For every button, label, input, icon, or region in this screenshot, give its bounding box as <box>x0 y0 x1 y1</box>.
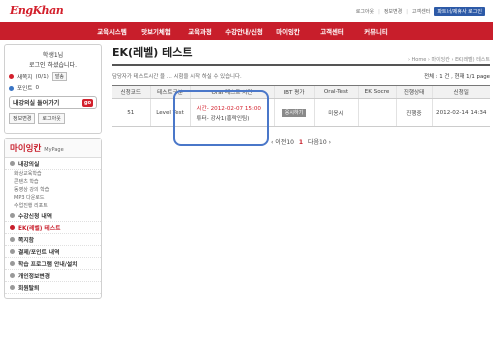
take-test-button[interactable]: 응시하기 <box>281 109 307 117</box>
cell-date: 2012-02-14 14:34 <box>431 98 490 127</box>
menu-label: 결제/포인트 내역 <box>18 250 60 256</box>
submenu-video-lecture[interactable]: 동영상 강의 학습 <box>5 186 101 194</box>
logout-button[interactable]: 로그아웃 <box>38 113 65 124</box>
cell-oral-test: 미응시 <box>313 98 358 127</box>
bullet-icon <box>10 261 15 266</box>
nav-courses[interactable]: 교육과정 <box>178 27 222 36</box>
oral-time-highlight <box>173 90 269 146</box>
menu-label: 학습 프로그램 안내/설치 <box>18 262 78 268</box>
bullet-icon <box>10 161 15 166</box>
prev-page-link[interactable]: ‹ 이전10 <box>271 139 294 146</box>
nav-customer-center[interactable]: 고객센터 <box>310 27 354 36</box>
separator: | <box>406 8 408 15</box>
user-greeting: 학생1님 <box>42 52 64 59</box>
table-row: 51 Level Test 시간- 2012-02-07 15:00 튜터- 강… <box>112 98 490 127</box>
top-bar: EngKhan 로그아웃 | 정보변경 | 고객센터 파트너/제휴사 로그인 <box>0 0 493 22</box>
col-ibt: IBT 평가 <box>273 85 314 99</box>
nav-enrollment[interactable]: 수강안내/신청 <box>222 27 266 36</box>
current-page[interactable]: 1 <box>299 139 303 146</box>
bullet-icon <box>10 213 15 218</box>
cell-ek-score <box>357 98 396 127</box>
partner-login-button[interactable]: 파트너/제휴사 로그인 <box>434 7 485 16</box>
info-row: 담당자가 테스트시간 을 ... 시험을 시작 하실 수 있습니다. 전체 : … <box>112 72 490 80</box>
main-content: EK(레벨) 테스트 › Home › 마이잉칸 › EK(레벨) 테스트 담당… <box>112 44 490 146</box>
nav-education-system[interactable]: 교육시스템 <box>90 27 134 36</box>
logout-link[interactable]: 로그아웃 <box>356 8 374 15</box>
menu-withdraw[interactable]: 회원탈퇴 <box>5 282 101 294</box>
mypage-title: 마이잉칸 MyPage <box>5 139 101 158</box>
bullet-icon <box>10 249 15 254</box>
bullet-icon <box>10 273 15 278</box>
point-row: 포인트 0 <box>9 84 97 92</box>
info-change-link[interactable]: 정보변경 <box>384 8 402 15</box>
menu-enrollment-history[interactable]: 수강신청 내역 <box>5 210 101 222</box>
col-oral-test: Oral-Test <box>313 85 358 99</box>
mypage-title-kr: 마이잉칸 <box>10 144 42 154</box>
table-header-row: 신청코드 테스트구분 Oral 테스트 시간 IBT 평가 Oral-Test … <box>112 85 490 99</box>
point-icon <box>9 85 14 91</box>
col-date: 신청일 <box>431 85 490 99</box>
info-change-button[interactable]: 정보변경 <box>9 113 36 124</box>
mypage-menu: 마이잉칸 MyPage 내강의실 화상교육학습 콘텐츠 학습 동영상 강의 학습… <box>4 138 102 299</box>
main-nav: 교육시스템 맛보기체험 교육과정 수강안내/신청 마이잉칸 고객센터 커뮤니티 <box>0 22 493 40</box>
menu-messages[interactable]: 쪽지함 <box>5 234 101 246</box>
nav-mypage[interactable]: 마이잉칸 <box>266 27 310 36</box>
next-page-link[interactable]: 다음10 › <box>308 139 331 146</box>
login-box: 학생1님 로그인 하셨습니다. 새쪽지 (0/1) 발송 포인트 0 내강의실 … <box>4 44 102 134</box>
login-status: 로그인 하셨습니다. <box>29 62 77 69</box>
menu-label: 개인정보변경 <box>18 274 50 280</box>
title-divider <box>112 64 490 66</box>
menu-ek-test[interactable]: EK(레벨) 테스트 <box>5 222 101 234</box>
breadcrumb: › Home › 마이잉칸 › EK(레벨) 테스트 <box>407 57 490 63</box>
point-value: 0 <box>35 85 40 91</box>
bullet-icon <box>10 285 15 290</box>
pagination: ‹ 이전10 1 다음10 › <box>112 137 490 146</box>
message-row: 새쪽지 (0/1) 발송 <box>9 72 97 81</box>
message-icon <box>9 74 14 79</box>
account-buttons: 정보변경 로그아웃 <box>9 113 97 124</box>
separator: | <box>378 8 380 15</box>
cell-code: 51 <box>112 98 150 127</box>
total-count: 전체 : 1 건 , 현재 1/1 page <box>424 74 490 80</box>
sidebar: 학생1님 로그인 하셨습니다. 새쪽지 (0/1) 발송 포인트 0 내강의실 … <box>4 44 102 299</box>
menu-label: 내강의실 <box>18 162 40 168</box>
logout-label: 로그아웃 <box>42 116 61 122</box>
point-label: 포인트 <box>17 86 33 92</box>
message-count: (0/1) <box>35 73 49 80</box>
notice-text: 담당자가 테스트시간 을 ... 시험을 시작 하실 수 있습니다. <box>112 74 242 80</box>
logo-text: EngKhan <box>10 4 64 17</box>
nav-trial[interactable]: 맛보기체험 <box>134 27 178 36</box>
bullet-icon <box>10 237 15 242</box>
engkhan-logo[interactable]: EngKhan <box>10 4 64 18</box>
cell-status: 진행중 <box>395 98 432 127</box>
bullet-icon <box>10 225 15 230</box>
customer-center-link[interactable]: 고객센터 <box>412 8 430 15</box>
go-icon: go <box>81 98 93 107</box>
col-ek-score: EK Socre <box>357 85 396 99</box>
menu-payment[interactable]: 결제/포인트 내역 <box>5 246 101 258</box>
nav-community[interactable]: 커뮤니티 <box>354 27 398 36</box>
enter-classroom-label: 내강의실 들어가기 <box>13 100 60 107</box>
menu-label: 수강신청 내역 <box>18 214 53 220</box>
cell-ibt: 응시하기 <box>273 98 314 127</box>
menu-label: EK(레벨) 테스트 <box>18 226 61 232</box>
submenu-content[interactable]: 콘텐츠 학습 <box>5 178 101 186</box>
mypage-title-en: MyPage <box>44 147 64 153</box>
col-status: 진행상태 <box>395 85 432 99</box>
info-change-label: 정보변경 <box>13 116 32 122</box>
submenu-video-class[interactable]: 화상교육학습 <box>5 170 101 178</box>
send-message-button[interactable]: 발송 <box>51 72 68 81</box>
message-label[interactable]: 새쪽지 <box>17 73 32 81</box>
menu-label: 쪽지함 <box>18 238 34 244</box>
test-table: 신청코드 테스트구분 Oral 테스트 시간 IBT 평가 Oral-Test … <box>112 85 490 127</box>
utility-links: 로그아웃 | 정보변경 | 고객센터 파트너/제휴사 로그인 <box>356 7 485 16</box>
menu-classroom[interactable]: 내강의실 <box>5 158 101 170</box>
col-code: 신청코드 <box>112 85 150 99</box>
menu-personal-info[interactable]: 개인정보변경 <box>5 270 101 282</box>
submenu-report[interactable]: 수업진행 리포트 <box>5 202 101 210</box>
menu-program-install[interactable]: 학습 프로그램 안내/설치 <box>5 258 101 270</box>
menu-label: 회원탈퇴 <box>18 286 40 292</box>
submenu-mp3[interactable]: MP3 다운로드 <box>5 194 101 202</box>
enter-classroom-button[interactable]: 내강의실 들어가기 go <box>9 96 97 109</box>
